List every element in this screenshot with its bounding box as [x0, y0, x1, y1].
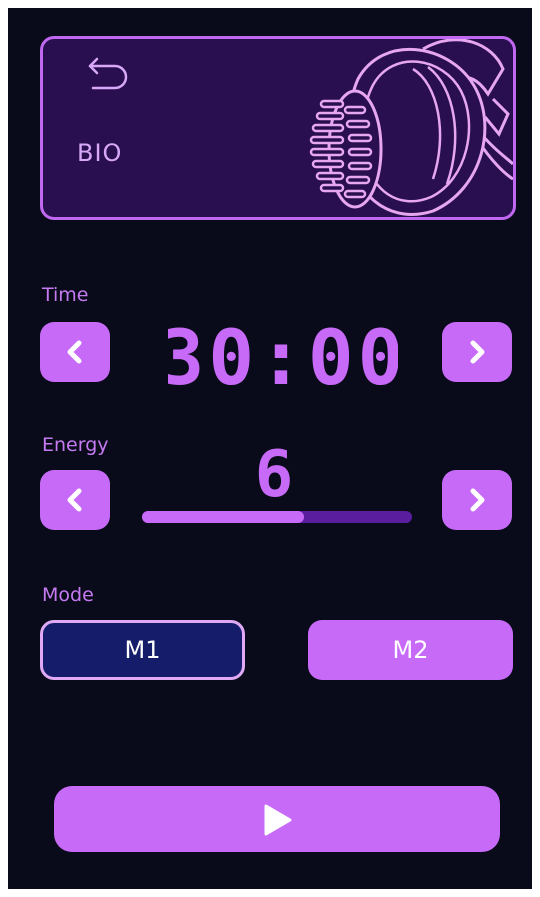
energy-value: 6: [255, 440, 294, 500]
screen: BIO Time 30:00 Energy 6 Mode M1 M2: [8, 8, 532, 889]
time-decrease-button[interactable]: [40, 322, 110, 382]
energy-slider[interactable]: [142, 511, 412, 523]
back-arrow-icon[interactable]: [87, 55, 133, 95]
device-title: BIO: [77, 139, 123, 167]
chevron-right-icon: [470, 488, 485, 512]
energy-decrease-button[interactable]: [40, 470, 110, 530]
time-label: Time: [42, 284, 89, 306]
mode-label: Mode: [42, 584, 94, 606]
time-increase-button[interactable]: [442, 322, 512, 382]
energy-label: Energy: [42, 434, 109, 456]
energy-slider-fill: [142, 511, 304, 523]
chevron-left-icon: [67, 488, 82, 512]
svg-text:30:00: 30:00: [168, 320, 398, 390]
chevron-left-icon: [67, 340, 82, 364]
energy-increase-button[interactable]: [442, 470, 512, 530]
play-button[interactable]: [54, 786, 500, 852]
device-header-card: BIO: [40, 36, 516, 220]
time-display: 30:00: [168, 320, 398, 390]
play-icon: [264, 804, 292, 836]
massage-brush-illustration: [309, 39, 513, 216]
mode-m2-button[interactable]: M2: [308, 620, 513, 680]
svg-text:6: 6: [255, 440, 294, 500]
chevron-right-icon: [470, 340, 485, 364]
mode-m1-button[interactable]: M1: [40, 620, 245, 680]
